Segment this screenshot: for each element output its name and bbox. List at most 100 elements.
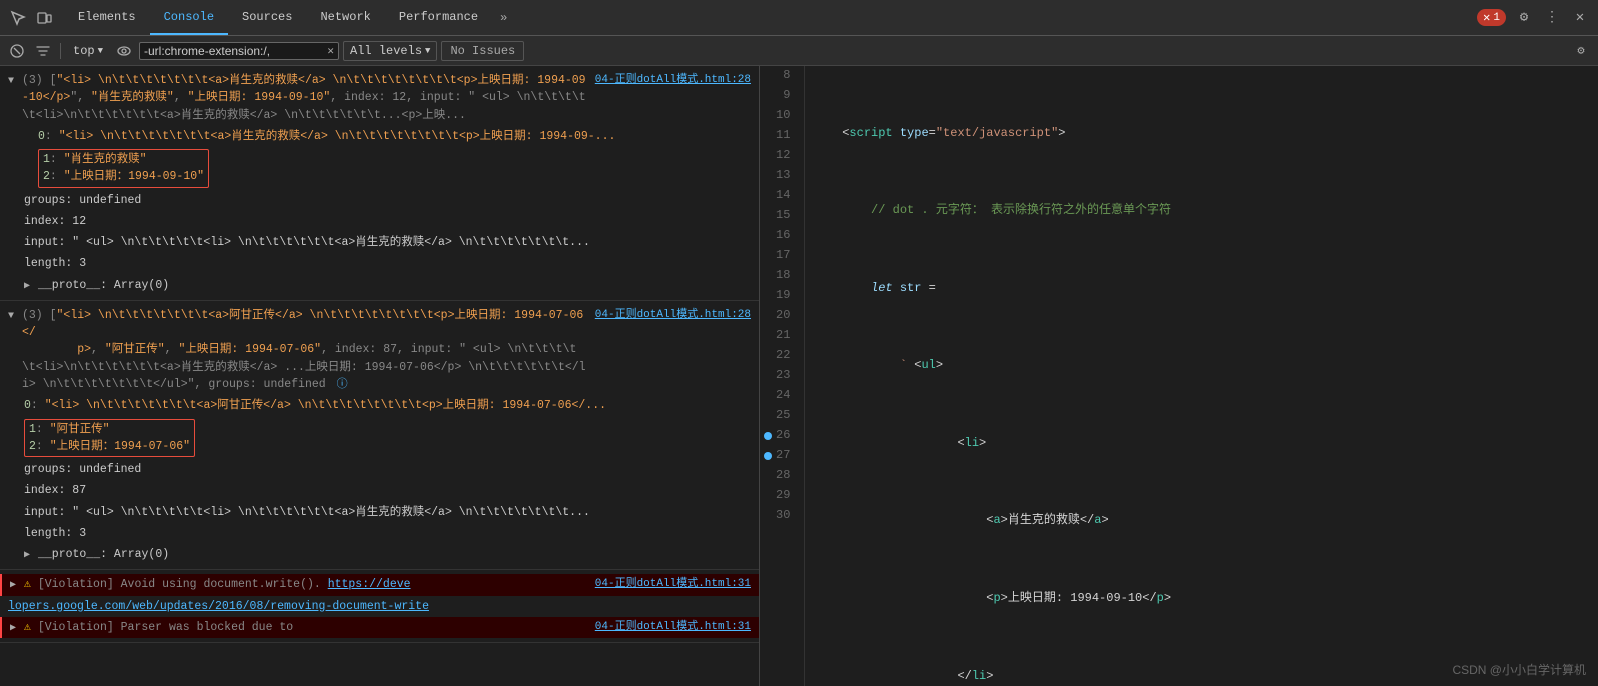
input2-text: input: " <ul> \n\t\t\t\t\t<li> \n\t\t\t\… [24, 504, 751, 521]
violation-source-2[interactable]: 04-正则dotAll模式.html:31 [595, 619, 751, 636]
line-num-20: 20 [764, 306, 796, 326]
devtools-tabs: Elements Console Sources Network Perform… [64, 0, 515, 35]
inspect-element-icon[interactable] [8, 8, 28, 28]
violation-link-line: lopers.google.com/web/updates/2016/08/re… [0, 596, 759, 617]
context-selector[interactable]: top ▼ [67, 42, 109, 60]
proto-text: __proto__: Array(0) [38, 277, 751, 294]
filter-clear-icon[interactable]: ✕ [327, 44, 334, 58]
line-num-17: 17 [764, 246, 796, 266]
length2-text: length: 3 [24, 525, 751, 542]
console-proto-1: ▶ __proto__: Array(0) [16, 275, 759, 296]
index2-text: index: 87 [24, 482, 751, 499]
code-line-14: <p>上映日期: 1994-09-10</p> [813, 589, 1590, 609]
devtools-topbar: Elements Console Sources Network Perform… [0, 0, 1598, 36]
line-num-11: 11 [764, 126, 796, 146]
index-text: index: 12 [24, 213, 751, 230]
proto-arrow[interactable]: ▶ [24, 279, 34, 294]
tab-performance[interactable]: Performance [385, 0, 492, 35]
violation-text-1: ⚠ [Violation] Avoid using document.write… [24, 576, 587, 593]
console-line-2: ▼ (3) ["<li> \n\t\t\t\t\t\t\t<a>阿甘正传</a>… [0, 305, 759, 396]
devtools-right-controls: ✕ 1 ⚙ ⋮ ✕ [1477, 8, 1590, 28]
console-line: ▼ (3) ["<li> \n\t\t\t\t\t\t\t<a>肖生克的救赎</… [0, 70, 759, 126]
console-output[interactable]: ▼ (3) ["<li> \n\t\t\t\t\t\t\t<a>肖生克的救赎</… [0, 66, 759, 686]
console-group-violation: ▶ ⚠ [Violation] Avoid using document.wri… [0, 570, 759, 643]
tab-console[interactable]: Console [150, 0, 228, 35]
input-text: input: " <ul> \n\t\t\t\t\t<li> \n\t\t\t\… [24, 234, 751, 251]
code-line-10: let str = [813, 279, 1590, 299]
console-length: length: 3 [16, 253, 759, 274]
console-group-1: ▼ (3) ["<li> \n\t\t\t\t\t\t\t<a>肖生克的救赎</… [0, 66, 759, 301]
line-num-24: 24 [764, 386, 796, 406]
console2-input: input: " <ul> \n\t\t\t\t\t<li> \n\t\t\t\… [16, 502, 759, 523]
console2-length: length: 3 [16, 523, 759, 544]
error-badge[interactable]: ✕ 1 [1477, 9, 1506, 26]
line-num-23: 23 [764, 366, 796, 386]
watermark: CSDN @小小白学计算机 [1452, 661, 1586, 678]
level-selector[interactable]: All levels ▼ [343, 41, 437, 61]
line-num-27: 27 [764, 446, 796, 466]
filter-icon[interactable] [32, 40, 54, 62]
console-toolbar: top ▼ ✕ All levels ▼ No Issues ⚙ [0, 36, 1598, 66]
line-num-26: 26 [764, 426, 796, 446]
console2-groups: groups: undefined [16, 459, 759, 480]
line-num-12: 12 [764, 146, 796, 166]
close-icon[interactable]: ✕ [1570, 8, 1590, 28]
code-line-11: ` <ul> [813, 356, 1590, 376]
more-options-icon[interactable]: ⋮ [1542, 8, 1562, 28]
violation-arrow-1[interactable]: ▶ [10, 578, 20, 593]
line-num-13: 13 [764, 166, 796, 186]
expand-arrow-1 [24, 151, 34, 166]
filter-input[interactable] [144, 44, 325, 58]
filter-input-wrap[interactable]: ✕ [139, 42, 339, 60]
tab-more[interactable]: » [492, 0, 515, 35]
expand-arrow-2[interactable]: ▼ [8, 309, 18, 324]
groups-text: groups: undefined [24, 192, 751, 209]
line-num-29: 29 [764, 486, 796, 506]
violation-link-1[interactable]: https://deve [328, 578, 411, 591]
console-array-0: 0: "<li> \n\t\t\t\t\t\t\t<a>肖生克的救赎</a> \… [16, 126, 759, 147]
violation-text-2: ⚠ [Violation] Parser was blocked due to [24, 619, 587, 636]
violation-arrow-2[interactable]: ▶ [10, 621, 20, 636]
expand-arrow-0 [24, 130, 34, 145]
console-array-1: 1: "肖生克的救赎" 2: "上映日期：1994-09-10" [16, 147, 759, 190]
code-content[interactable]: 8 9 10 11 12 13 14 15 16 17 18 19 20 21 … [760, 66, 1598, 686]
console2-index: index: 87 [16, 480, 759, 501]
info-icon[interactable]: ⓘ [337, 379, 348, 391]
proto2-text: __proto__: Array(0) [38, 546, 751, 563]
console-text: (3) ["<li> \n\t\t\t\t\t\t\t<a>肖生克的救赎</a>… [22, 72, 587, 124]
proto2-arrow[interactable]: ▶ [24, 548, 34, 563]
line-num-14: 14 [764, 186, 796, 206]
console2-array-0: 0: "<li> \n\t\t\t\t\t\t\t<a>阿甘正传</a> \n\… [16, 395, 759, 416]
no-issues-indicator: No Issues [441, 41, 524, 61]
settings-icon[interactable]: ⚙ [1514, 8, 1534, 28]
line-numbers: 8 9 10 11 12 13 14 15 16 17 18 19 20 21 … [760, 66, 805, 686]
console-text-2: (3) ["<li> \n\t\t\t\t\t\t\t<a>阿甘正传</a> \… [22, 307, 587, 394]
violation-line-2: ▶ ⚠ [Violation] Parser was blocked due t… [0, 617, 759, 638]
line-num-21: 21 [764, 326, 796, 346]
console-group-2: ▼ (3) ["<li> \n\t\t\t\t\t\t\t<a>阿甘正传</a>… [0, 301, 759, 571]
clear-console-icon[interactable] [6, 40, 28, 62]
line-num-28: 28 [764, 466, 796, 486]
context-chevron: ▼ [98, 46, 103, 56]
violation-source-1[interactable]: 04-正则dotAll模式.html:31 [595, 576, 751, 593]
main-content: ▼ (3) ["<li> \n\t\t\t\t\t\t\t<a>肖生克的救赎</… [0, 66, 1598, 686]
console-source-1[interactable]: 04-正则dotAll模式.html:28 [595, 72, 751, 89]
device-toolbar-icon[interactable] [34, 8, 54, 28]
code-line-12: <li> [813, 434, 1590, 454]
expand-arrow[interactable]: ▼ [8, 74, 18, 89]
code-line-8: <script type="text/javascript"> [813, 124, 1590, 144]
length-text: length: 3 [24, 255, 751, 272]
eye-icon[interactable] [113, 40, 135, 62]
console-source-2[interactable]: 04-正则dotAll模式.html:28 [595, 307, 751, 324]
violation-link-text: lopers.google.com/web/updates/2016/08/re… [8, 598, 751, 615]
breakpoint-27 [764, 452, 772, 460]
tab-network[interactable]: Network [306, 0, 384, 35]
code-line-13: <a>肖生克的救赎</a> [813, 511, 1590, 531]
console-settings-icon[interactable]: ⚙ [1570, 40, 1592, 62]
tab-elements[interactable]: Elements [64, 0, 150, 35]
line-num-16: 16 [764, 226, 796, 246]
violation-full-link[interactable]: lopers.google.com/web/updates/2016/08/re… [8, 600, 429, 613]
line-num-30: 30 [764, 506, 796, 526]
tab-sources[interactable]: Sources [228, 0, 306, 35]
toolbar-divider [60, 43, 61, 59]
